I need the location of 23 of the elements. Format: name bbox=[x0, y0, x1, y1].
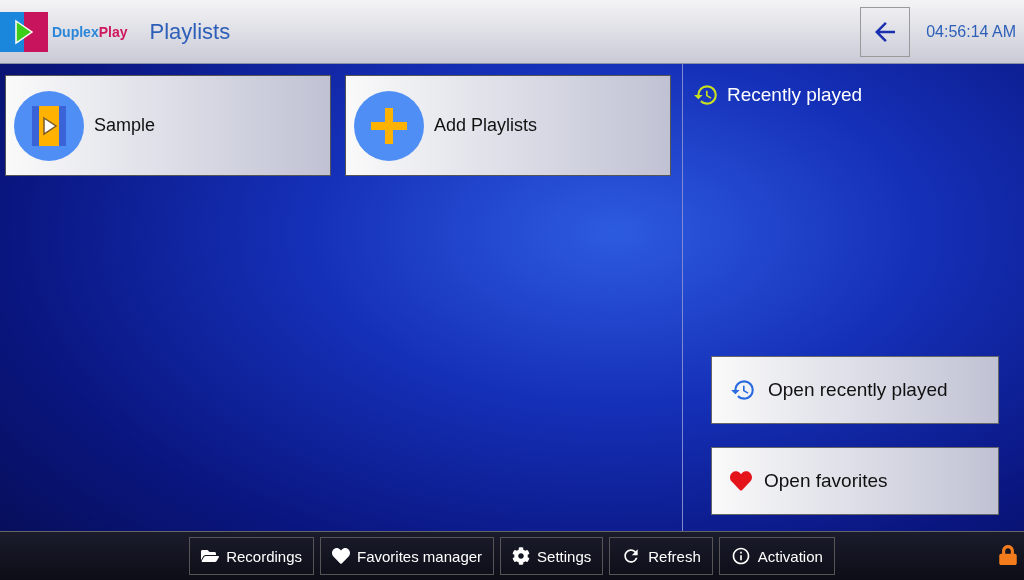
info-icon bbox=[730, 546, 751, 566]
app-logo bbox=[0, 11, 48, 52]
logo-text: DuplexPlay bbox=[52, 23, 128, 40]
action-button[interactable]: Open recently played bbox=[711, 356, 999, 424]
footer-button[interactable]: Favorites manager bbox=[320, 537, 495, 575]
action-button[interactable]: Open favorites bbox=[711, 447, 999, 515]
footer-button[interactable]: Refresh bbox=[609, 537, 713, 575]
page-title: Playlists bbox=[149, 18, 232, 45]
lock-icon[interactable] bbox=[998, 545, 1018, 565]
settings-icon bbox=[512, 547, 531, 565]
folder-icon bbox=[201, 547, 220, 565]
history-icon bbox=[730, 377, 756, 403]
heart-icon bbox=[332, 547, 350, 565]
playlist-tile[interactable]: Sample bbox=[5, 75, 331, 176]
back-button[interactable] bbox=[860, 6, 911, 57]
heart-icon bbox=[730, 470, 752, 492]
section-title: Recently played bbox=[727, 84, 863, 106]
footer-button[interactable]: Activation bbox=[718, 537, 835, 575]
footer-button[interactable]: Recordings bbox=[189, 537, 314, 575]
history-icon bbox=[693, 82, 719, 108]
playlist-tile[interactable]: Add Playlists bbox=[345, 75, 671, 176]
footer-button[interactable]: Settings bbox=[500, 537, 604, 575]
clock-time: 04:56:14 AM bbox=[926, 22, 1016, 41]
